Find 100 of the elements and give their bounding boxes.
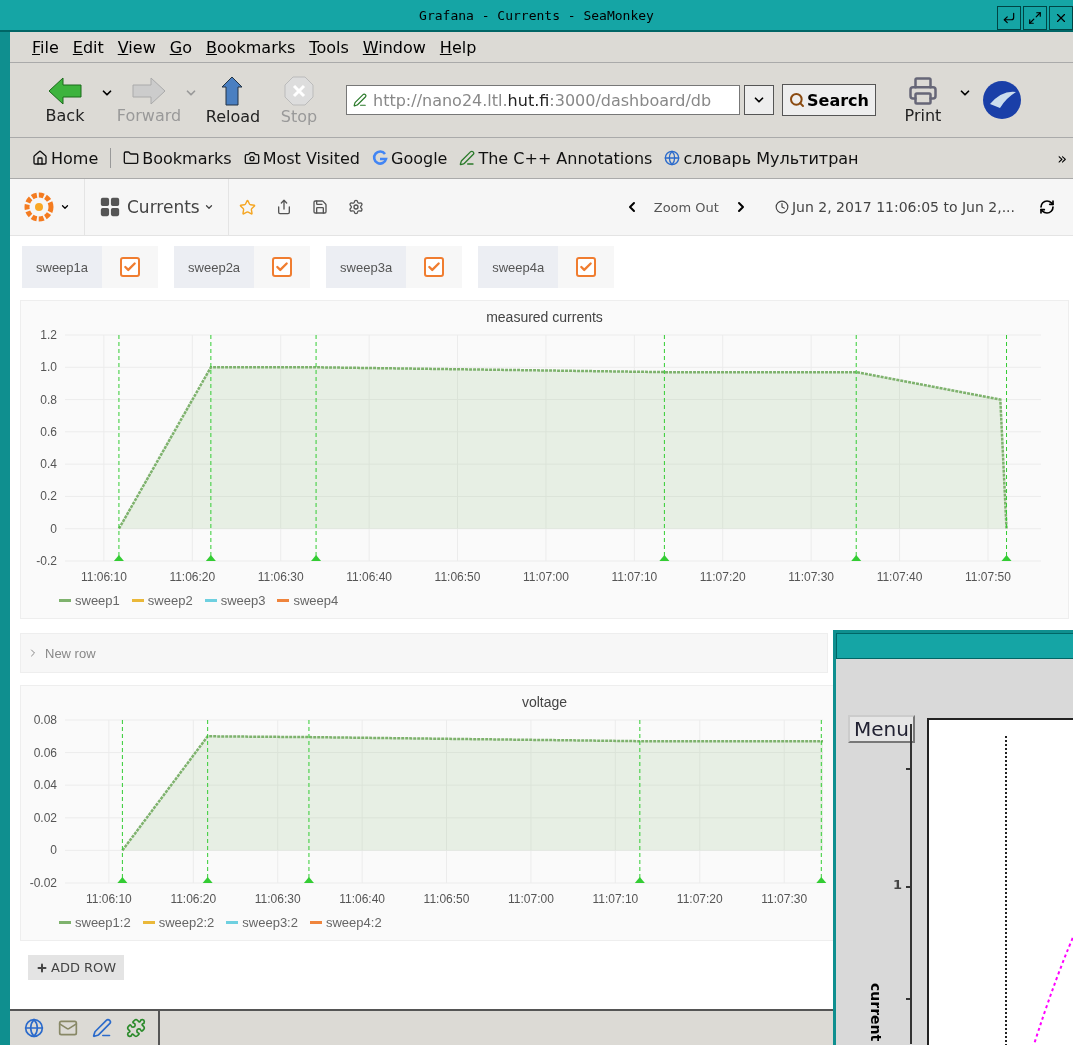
y-tick-label: 0.8: [40, 392, 57, 407]
nav-button[interactable]: Back: [32, 75, 98, 125]
legend-item[interactable]: sweep1: [59, 593, 120, 608]
maximize-icon: [1028, 11, 1042, 25]
home-icon: [32, 150, 48, 166]
x-tick-label: 11:07:20: [699, 570, 746, 584]
x-tick-label: 11:06:50: [434, 570, 481, 584]
settings-icon: [347, 199, 364, 215]
legend-item[interactable]: sweep4: [277, 593, 339, 608]
menu-item[interactable]: Tools: [309, 37, 349, 57]
y-tick-label: 0.04: [33, 778, 57, 793]
checkbox[interactable]: [120, 257, 141, 277]
y-tick-label: 0.02: [33, 810, 57, 825]
nav-button[interactable]: Reload: [200, 74, 266, 126]
search-button[interactable]: Search: [782, 84, 876, 116]
panel-title: voltage: [521, 693, 568, 710]
mail-icon[interactable]: [58, 1018, 78, 1038]
x-tick-label: 11:07:30: [788, 570, 835, 584]
menu-item[interactable]: Bookmarks: [205, 37, 296, 57]
dashboard-title[interactable]: Currents: [127, 197, 214, 217]
forward-arrow-icon: [131, 75, 167, 106]
camera-icon: [243, 150, 260, 166]
overflow-chevron[interactable]: »: [1057, 148, 1067, 168]
new-row-bar[interactable]: New row: [20, 633, 828, 673]
refresh-icon: [1039, 199, 1055, 215]
zoom-out-button[interactable]: Zoom Out: [649, 199, 723, 215]
checkbox[interactable]: [424, 257, 445, 277]
bookmark-link[interactable]: Home: [32, 148, 99, 168]
maximize-button[interactable]: [1023, 6, 1047, 30]
save-icon: [311, 199, 328, 215]
y-tick-label: 0.06: [33, 745, 57, 760]
bookmark-link[interactable]: словарь Мультитран: [664, 148, 859, 168]
legend-item[interactable]: sweep2: [131, 593, 193, 608]
menu-button[interactable]: Menu: [848, 715, 915, 743]
x-tick-label: 11:07:20: [676, 892, 723, 906]
legend-item[interactable]: sweep1:2: [59, 915, 131, 930]
y-tick-label: 0.4: [40, 457, 57, 472]
menu-item[interactable]: View: [117, 37, 156, 57]
url-text: http://nano24.ltl.hut.fi:3000/dashboard/db: [373, 90, 712, 110]
stop-icon: [283, 74, 315, 107]
share-icon: [275, 199, 292, 215]
legend-item[interactable]: sweep4:2: [309, 915, 382, 930]
y-tick-label: 1.2: [40, 328, 57, 342]
url-field[interactable]: http://nano24.ltl.hut.fi:3000/dashboard/db: [346, 85, 740, 115]
x-tick-label: 11:07:00: [523, 570, 569, 584]
menu-item[interactable]: Go: [169, 37, 192, 57]
flame-logo-icon[interactable]: [24, 192, 54, 222]
x-tick-label: 11:06:50: [423, 892, 470, 906]
axis-label: current: [868, 983, 884, 1042]
minimize-button[interactable]: [997, 6, 1021, 30]
dropdown-button[interactable]: [744, 85, 774, 115]
x-tick-label: 11:06:10: [86, 892, 132, 906]
bookmark-link[interactable]: Google: [372, 148, 448, 168]
bookmark-link[interactable]: The C++ Annotations: [459, 148, 653, 168]
x-tick-label: 11:06:30: [254, 892, 301, 906]
plus-icon: [36, 961, 48, 974]
menu-item[interactable]: File: [32, 37, 59, 57]
globe-icon: [664, 150, 681, 166]
y-tick-label: 0.2: [40, 489, 57, 504]
y-tick-label: 0: [50, 521, 57, 536]
star-icon: [238, 198, 256, 216]
minimize-icon: [1002, 11, 1016, 25]
caret-icon[interactable]: [60, 202, 70, 212]
y-tick-label: 0: [50, 843, 57, 858]
close-icon: [1054, 11, 1068, 25]
bookmark-link[interactable]: Most Visited: [243, 148, 361, 168]
pen-icon: [353, 93, 367, 107]
checkbox[interactable]: [272, 257, 293, 277]
check-icon: [427, 260, 442, 274]
check-icon: [579, 260, 594, 274]
folder-icon: [123, 150, 140, 166]
legend-item[interactable]: sweep3:2: [226, 915, 298, 930]
y-tick-label: -0.02: [29, 876, 57, 890]
g-logo-icon: [372, 150, 389, 166]
close-button[interactable]: [1049, 6, 1073, 30]
x-tick-label: 11:07:10: [611, 570, 658, 584]
x-tick-label: 11:07:40: [876, 570, 923, 584]
menu-item[interactable]: Edit: [72, 37, 104, 57]
y-tick-label: 1.0: [40, 360, 57, 375]
printer-icon: [907, 75, 938, 106]
menu-item[interactable]: Help: [439, 37, 477, 57]
menu-item[interactable]: Window: [362, 37, 426, 57]
x-tick-label: 11:07:30: [761, 892, 808, 906]
globe-icon[interactable]: [24, 1018, 44, 1038]
grid-icon: [99, 196, 121, 218]
compose-icon[interactable]: [92, 1018, 112, 1038]
check-icon: [123, 260, 138, 274]
back-arrow-icon: [47, 75, 83, 106]
time-range-picker[interactable]: Jun 2, 2017 11:06:05 to Jun 2,...: [758, 199, 1015, 215]
legend-item[interactable]: sweep2:2: [142, 915, 215, 930]
legend-item[interactable]: sweep3: [204, 593, 266, 608]
print-button[interactable]: Print: [889, 75, 956, 125]
pen-icon: [459, 150, 476, 166]
add-row-button[interactable]: ADD ROW: [28, 955, 125, 980]
x-tick-label: 11:07:50: [965, 570, 1011, 584]
puzzle-icon[interactable]: [126, 1018, 146, 1038]
bookmark-link[interactable]: Bookmarks: [123, 148, 232, 168]
checkbox[interactable]: [576, 257, 597, 277]
window-title: Grafana - Currents - SeaMonkey: [419, 7, 654, 23]
x-tick-label: 11:06:30: [257, 570, 304, 584]
